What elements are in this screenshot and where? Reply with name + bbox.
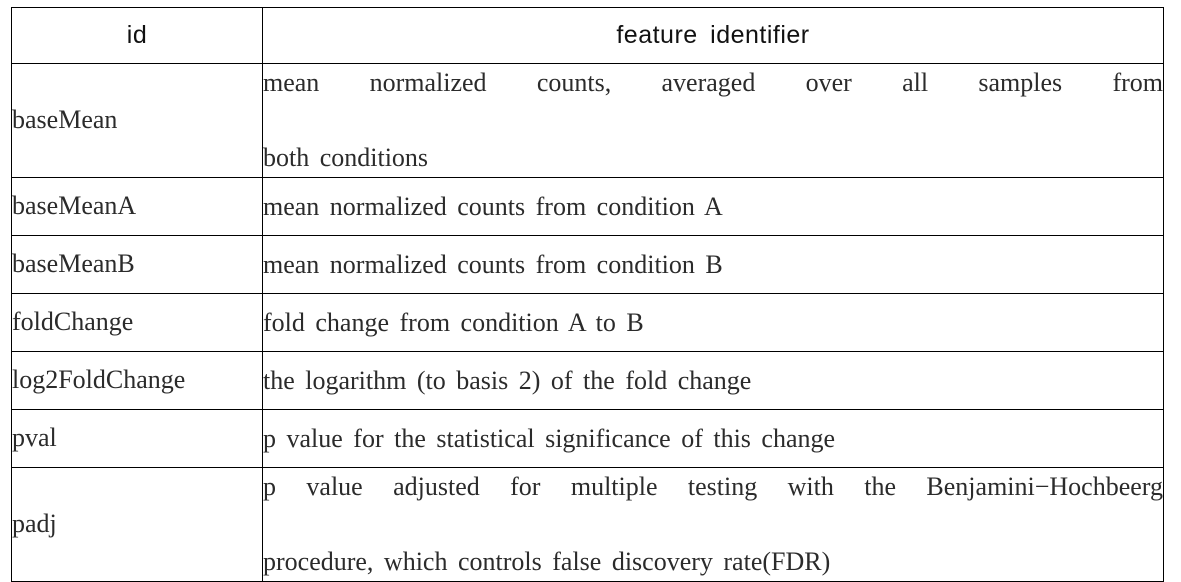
table-row: padj p value adjusted for multiple testi… (11, 467, 1164, 582)
description-line: the logarithm (to basis 2) of the fold c… (263, 365, 752, 395)
row-id-log2foldchange: log2FoldChange (11, 351, 263, 411)
table-row: foldChange fold change from condition A … (11, 293, 1164, 353)
description-line: both conditions (263, 143, 429, 173)
row-description-basemeana: mean normalized counts from condition A (262, 177, 1164, 237)
column-header-feature-identifier: feature identifier (262, 7, 1164, 64)
table-header-row: id feature identifier (11, 7, 1164, 64)
row-id-pval: pval (11, 409, 263, 469)
description-line: fold change from condition A to B (263, 307, 644, 337)
row-id-foldchange: foldChange (11, 293, 263, 353)
feature-identifier-table: id feature identifier baseMean mean norm… (11, 7, 1164, 582)
description-line: procedure, which controls false discover… (263, 547, 831, 577)
row-description-log2foldchange: the logarithm (to basis 2) of the fold c… (262, 351, 1164, 411)
table-row: baseMean mean normalized counts, average… (11, 62, 1164, 179)
table-row: baseMeanB mean normalized counts from co… (11, 235, 1164, 295)
description-line: mean normalized counts from condition B (263, 249, 723, 279)
column-header-id: id (11, 7, 263, 64)
row-description-basemeanb: mean normalized counts from condition B (262, 235, 1164, 295)
column-header-feature-identifier-label: feature identifier (616, 21, 810, 49)
table-row: pval p value for the statistical signifi… (11, 409, 1164, 469)
description-line: mean normalized counts, averaged over al… (263, 68, 1163, 97)
row-description-foldchange: fold change from condition A to B (262, 293, 1164, 353)
row-description-padj: p value adjusted for multiple testing wi… (262, 467, 1164, 582)
row-id-basemean: baseMean (11, 62, 263, 179)
row-description-pval: p value for the statistical significance… (262, 409, 1164, 469)
description-line: p value for the statistical significance… (263, 423, 836, 453)
row-description-basemean: mean normalized counts, averaged over al… (262, 62, 1164, 179)
column-header-id-label: id (126, 21, 148, 49)
description-line: p value adjusted for multiple testing wi… (263, 472, 1163, 502)
row-id-basemeanb: baseMeanB (11, 235, 263, 295)
row-id-basemeana: baseMeanA (11, 177, 263, 237)
table-body: baseMean mean normalized counts, average… (11, 62, 1164, 582)
row-id-padj: padj (11, 467, 263, 582)
table-row: baseMeanA mean normalized counts from co… (11, 177, 1164, 237)
table-header: id feature identifier (11, 7, 1164, 64)
table-row: log2FoldChange the logarithm (to basis 2… (11, 351, 1164, 411)
description-line: mean normalized counts from condition A (263, 191, 723, 221)
page-root: id feature identifier baseMean mean norm… (0, 0, 1181, 582)
